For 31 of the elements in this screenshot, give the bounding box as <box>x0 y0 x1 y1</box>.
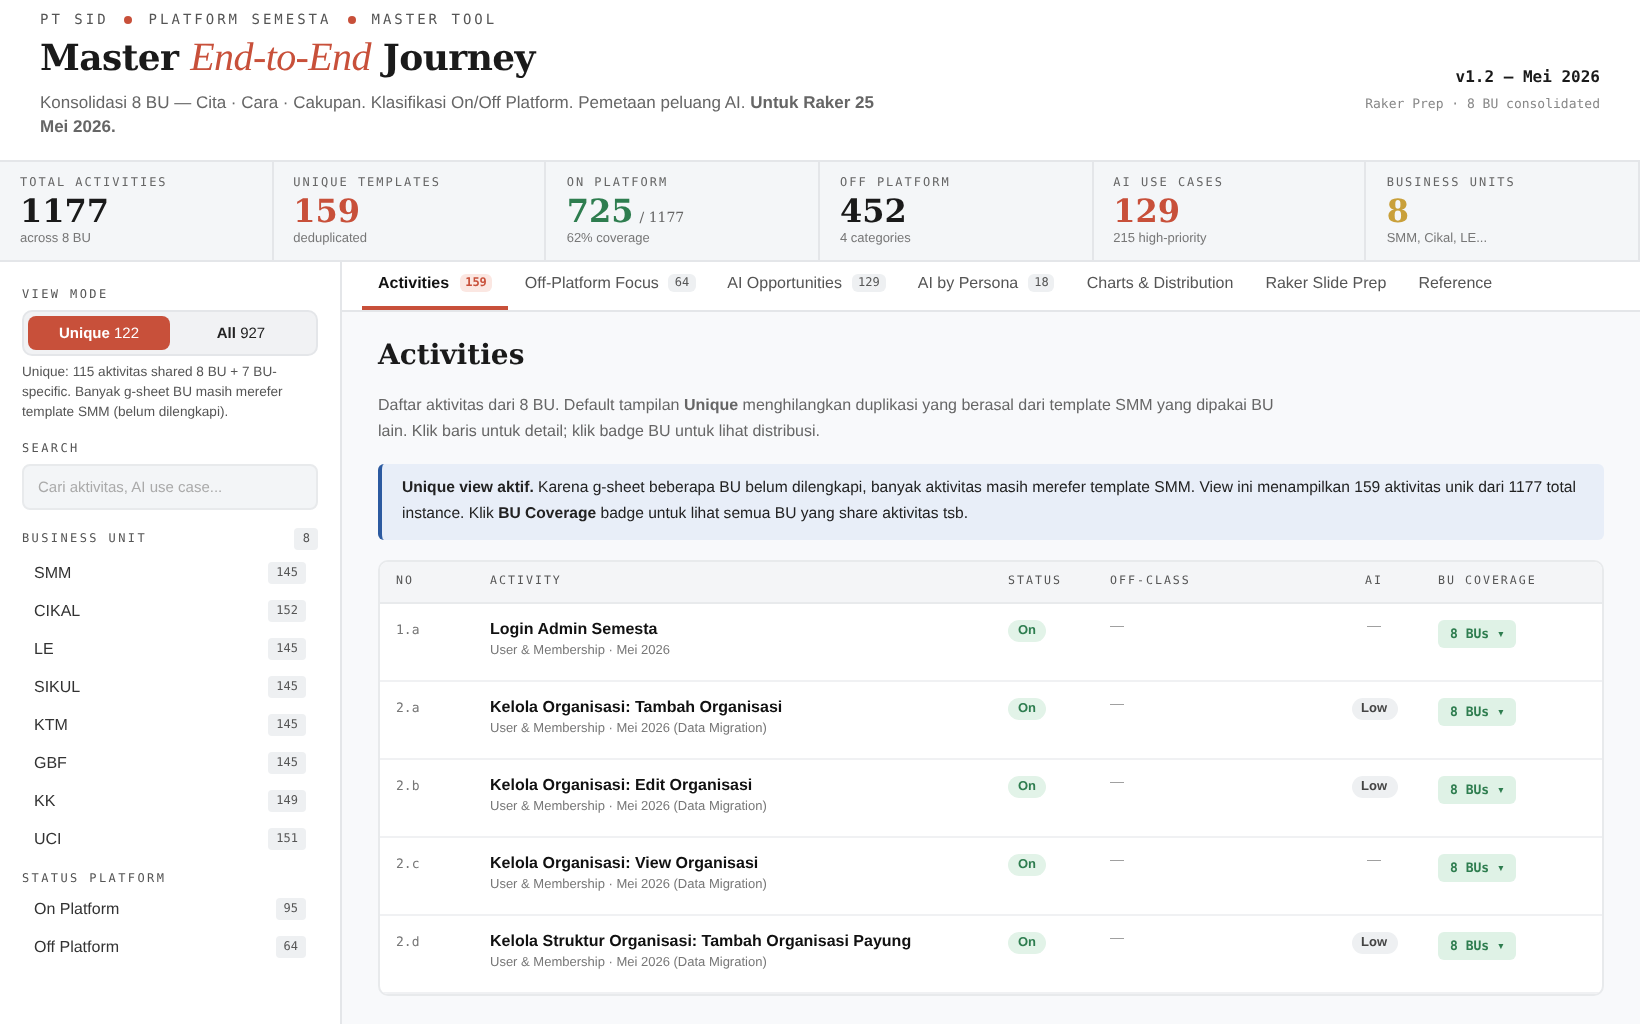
filter-item[interactable]: KTM <box>34 715 68 734</box>
stat-value: 159 <box>293 192 361 230</box>
intro-paragraph: Daftar aktivitas dari 8 BU. Default tampilan Unique menghilangkan duplikasi yang berasal dari template SMM yang dipakai BU lain. Klik baris untuk detail; klik badge BU untuk lihat distribusi. <box>378 393 1276 445</box>
separator-dot-icon <box>347 15 356 23</box>
stat-value: 129 <box>1113 192 1181 230</box>
activity-title[interactable]: Kelola Struktur Organisasi: Tambah Organisasi Payung <box>490 932 1008 950</box>
tab[interactable]: Charts & Distribution <box>1070 262 1250 310</box>
filter-item[interactable]: UCI <box>34 829 62 848</box>
activity-title[interactable]: Kelola Organisasi: Edit Organisasi <box>490 776 1008 794</box>
stat-value: 452 <box>840 192 907 230</box>
filter-item[interactable]: Off Platform <box>34 937 120 956</box>
filter-item[interactable]: SIKUL <box>34 677 81 696</box>
page-subtitle: Konsolidasi 8 BU — Cita · Cara · Cakupan. Klasifikasi On/Off Platform. Pemetaan peluang AI. Untuk Raker 25 Mei 2026. <box>40 89 877 140</box>
activity-title[interactable]: Kelola Organisasi: Tambah Organisasi <box>490 698 1008 716</box>
activity-title[interactable]: Login Admin Semesta <box>490 620 1008 638</box>
filter-item[interactable]: KK <box>34 791 56 810</box>
filter-item[interactable]: GBF <box>34 753 67 772</box>
filter-item[interactable]: CIKAL <box>34 601 81 620</box>
section-title: Activities <box>378 339 527 372</box>
activity-title[interactable]: Kelola Organisasi: View Organisasi <box>490 854 1008 872</box>
separator-dot-icon <box>124 15 133 23</box>
filter-item[interactable]: SMM <box>34 563 72 582</box>
version-text: v1.2 — Mei 2026 <box>1455 68 1600 86</box>
filter-item[interactable]: LE <box>34 639 54 658</box>
filter-item[interactable]: On Platform <box>34 899 120 918</box>
page-title: Master End-to-End Journey <box>40 35 539 81</box>
stat-value: 8 <box>1386 192 1409 230</box>
stat-value: 725 <box>566 192 634 230</box>
stat-value: 1177 <box>20 192 110 230</box>
tab[interactable]: Raker Slide Prep <box>1249 262 1403 310</box>
tab[interactable]: Reference <box>1402 262 1509 310</box>
